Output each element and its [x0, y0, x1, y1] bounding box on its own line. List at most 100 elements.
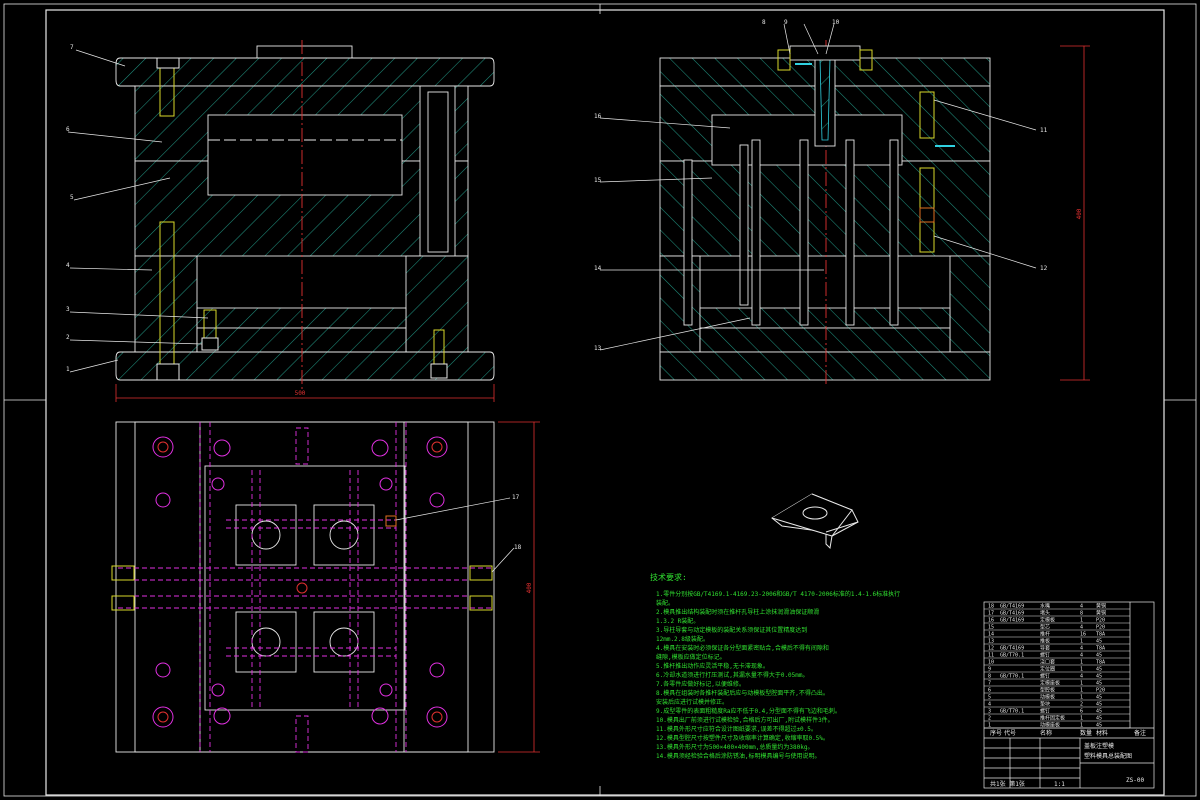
- bom-cell: GB/T70.1: [1000, 709, 1024, 715]
- bom-cell: 4: [1080, 646, 1083, 652]
- tech-note-line: 2.模具推出结构装配时须在推杆孔导柱上涂抹润滑油保证顺滑: [656, 608, 819, 616]
- front-dimension-value: 500: [295, 390, 306, 397]
- bom-table: 18 GB/T4169 水嘴 4 黄铜17 GB/T4169 堵头 8 黄铜16 GB/T4169…: [984, 603, 1130, 729]
- callout-3: 3: [66, 306, 70, 313]
- callout-13: 13: [594, 345, 602, 352]
- bom-cell: T8A: [1096, 660, 1105, 666]
- part-isometric: [771, 493, 859, 550]
- tech-note-line: 1.3.2 R装配。: [656, 617, 699, 625]
- bom-cell: 1: [1080, 695, 1083, 701]
- bom-cell: 45: [1096, 716, 1102, 722]
- bom-cell: 定模板: [1040, 617, 1055, 624]
- bom-cell: 16: [1080, 632, 1086, 638]
- bom-cell: T8A: [1096, 646, 1105, 652]
- bom-header-no: 序号: [990, 729, 1002, 737]
- callout-12: 12: [1040, 265, 1048, 272]
- bom-cell: P20: [1096, 618, 1105, 624]
- tech-notes-title: 技术要求:: [650, 572, 687, 582]
- tech-note-line: 12mm.2.8级装配。: [656, 635, 709, 643]
- bom-cell: 垫块: [1040, 701, 1050, 708]
- bom-cell: 推板: [1040, 638, 1050, 645]
- bom-cell: GB/T4169: [1000, 604, 1024, 610]
- bom-cell: 4: [1080, 625, 1083, 631]
- bom-cell: 45: [1096, 723, 1102, 729]
- callout-17: 17: [512, 494, 520, 501]
- tech-note-line: 安装后应进行试模并修正。: [656, 698, 728, 706]
- bom-cell: 9: [988, 667, 991, 673]
- bom-cell: 16: [988, 618, 994, 624]
- bom-cell: P20: [1096, 625, 1105, 631]
- bom-cell: 水嘴: [1040, 603, 1050, 610]
- bom-cell: 8: [988, 674, 991, 680]
- bom-header-remark: 备注: [1134, 729, 1146, 737]
- bom-cell: 18: [988, 604, 994, 610]
- tech-note-line: 6.冷却水道须进行打压测试,其漏水量不得大于0.05mm。: [656, 671, 809, 679]
- bom-cell: 螺钉: [1040, 708, 1050, 715]
- bom-cell: 7: [988, 681, 991, 687]
- bom-cell: 4: [1080, 604, 1083, 610]
- callout-7: 7: [70, 44, 74, 51]
- bom-cell: 4: [988, 702, 991, 708]
- bom-cell: GB/T70.1: [1000, 674, 1024, 680]
- bom-cell: 17: [988, 611, 994, 617]
- side-dimension: [1060, 45, 1090, 381]
- bom-cell: 15: [988, 625, 994, 631]
- sheet-count: 共1张 第1张: [990, 780, 1025, 788]
- bom-cell: 45: [1096, 667, 1102, 673]
- front-callout-labels: 7 6 5 4 3 2 1: [66, 44, 74, 373]
- side-dimension-value: 400: [1076, 208, 1083, 219]
- plan-leaders: [395, 497, 515, 573]
- bom-cell: 11: [988, 653, 994, 659]
- plan-dimension: [498, 421, 540, 753]
- part-sub-title: 盖板注塑模: [1084, 742, 1114, 750]
- cad-drawing-canvas: 500 7 6 5 4 3 2 1 400 8 9 10 16 15 14 13…: [3, 3, 1197, 797]
- tech-note-line: 12.模具型腔尺寸按塑件尺寸及收缩率计算确定,收缩率取0.5%。: [656, 734, 829, 742]
- bom-cell: 12: [988, 646, 994, 652]
- callout-2: 2: [66, 334, 70, 341]
- bom-cell: 1: [1080, 639, 1083, 645]
- tech-note-line: 8.模具在组装时各推杆装配后应与动模板型腔面平齐,不得凸出。: [656, 689, 829, 697]
- bom-cell: 定模座板: [1040, 680, 1060, 687]
- part-title: 塑料模具总装配图: [1084, 752, 1132, 760]
- bom-cell: 45: [1096, 681, 1102, 687]
- bom-cell: 8: [1080, 611, 1083, 617]
- bom-cell: 14: [988, 632, 994, 638]
- tech-note-line: 3.导柱导套与动定模板的装配关系须保证其位置精度达到: [656, 626, 807, 634]
- callout-1: 1: [66, 366, 70, 373]
- callout-16: 16: [594, 113, 602, 120]
- bom-cell: 4: [1080, 653, 1083, 659]
- bom-cell: P20: [1096, 688, 1105, 694]
- bom-cell: 45: [1096, 674, 1102, 680]
- bom-header-material: 材料: [1096, 729, 1108, 737]
- callout-15: 15: [594, 177, 602, 184]
- bom-cell: 推杆: [1040, 631, 1050, 638]
- bom-cell: GB/T70.1: [1000, 653, 1024, 659]
- bom-cell: 1: [1080, 688, 1083, 694]
- bom-cell: 1: [1080, 660, 1083, 666]
- bom-cell: 6: [1080, 709, 1083, 715]
- bom-cell: 1: [1080, 667, 1083, 673]
- bom-cell: 浇口套: [1040, 659, 1055, 666]
- plan-magenta-layout: [118, 422, 492, 753]
- callout-18: 18: [514, 544, 522, 551]
- callout-14: 14: [594, 265, 602, 272]
- tech-note-line: 缝隙,模板应做定位标记。: [656, 653, 726, 661]
- tech-note-line: 装配。: [656, 599, 674, 607]
- bom-cell: 2: [1080, 702, 1083, 708]
- bom-cell: 6: [988, 688, 991, 694]
- bom-cell: 13: [988, 639, 994, 645]
- callout-5: 5: [70, 194, 74, 201]
- bom-cell: 10: [988, 660, 994, 666]
- bom-cell: 2: [988, 716, 991, 722]
- bom-cell: 1: [1080, 723, 1083, 729]
- bom-cell: 动模座板: [1040, 722, 1060, 729]
- front-section-view: [115, 40, 495, 392]
- callout-4: 4: [66, 262, 70, 269]
- bom-header-qty: 数量: [1080, 729, 1092, 737]
- callout-8: 8: [762, 19, 766, 26]
- callout-11: 11: [1040, 127, 1048, 134]
- bom-cell: 1: [988, 723, 991, 729]
- tech-note-line: 7.各零件应做好标记,以便维修。: [656, 680, 745, 688]
- bom-cell: 导套: [1040, 645, 1050, 652]
- bom-cell: 型芯: [1040, 624, 1050, 631]
